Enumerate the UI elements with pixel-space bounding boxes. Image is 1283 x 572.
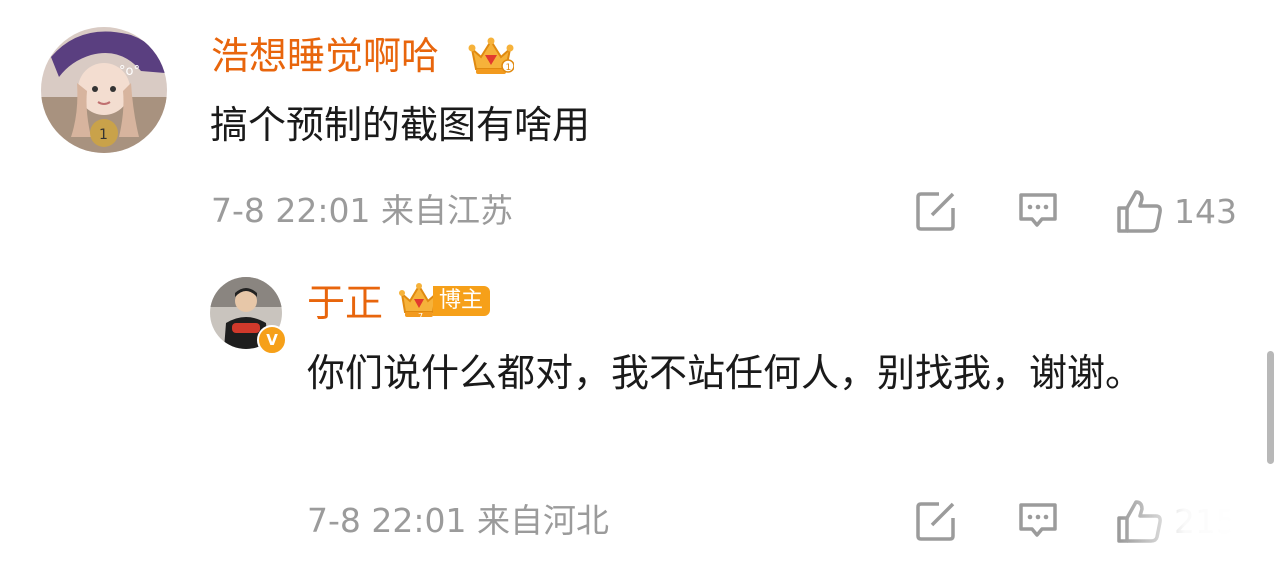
svg-text:1: 1 — [99, 127, 108, 143]
repost-button[interactable] — [915, 500, 957, 542]
thumbs-up-icon — [1117, 190, 1162, 233]
verified-badge-icon: V — [257, 325, 287, 355]
user-avatar[interactable]: 1 °o° — [41, 27, 167, 153]
edit-share-icon — [916, 192, 955, 231]
repost-button[interactable] — [915, 190, 957, 232]
svg-text:1: 1 — [506, 63, 512, 73]
comment-time-location: 7-8 22:01 来自江苏 — [211, 191, 513, 230]
svg-text:7: 7 — [418, 312, 423, 321]
scrollbar[interactable] — [1267, 351, 1274, 464]
reply-button[interactable] — [1017, 191, 1059, 231]
comment-icon — [1019, 503, 1057, 537]
edit-share-icon — [916, 502, 955, 541]
comment-text: 你们说什么都对，我不站任何人，别找我，谢谢。 — [307, 351, 1144, 395]
username[interactable]: 浩想睡觉啊哈 — [211, 34, 439, 78]
gold-crown-icon[interactable]: 1 — [468, 35, 515, 81]
blogger-badge: 7 博主 — [399, 281, 491, 321]
like-button[interactable]: 143 — [1116, 188, 1237, 234]
comment-icon — [1019, 193, 1057, 227]
comment-text: 搞个预制的截图有啥用 — [210, 103, 591, 147]
like-count: 143 — [1174, 191, 1237, 231]
comment-time-location: 7-8 22:01 来自河北 — [307, 501, 609, 540]
svg-text:°o°: °o° — [119, 64, 140, 79]
badge-label: 博主 — [433, 286, 491, 316]
reply-button[interactable] — [1017, 501, 1059, 541]
bottom-right-fade-overlay — [1120, 495, 1283, 572]
username[interactable]: 于正 — [307, 281, 383, 325]
